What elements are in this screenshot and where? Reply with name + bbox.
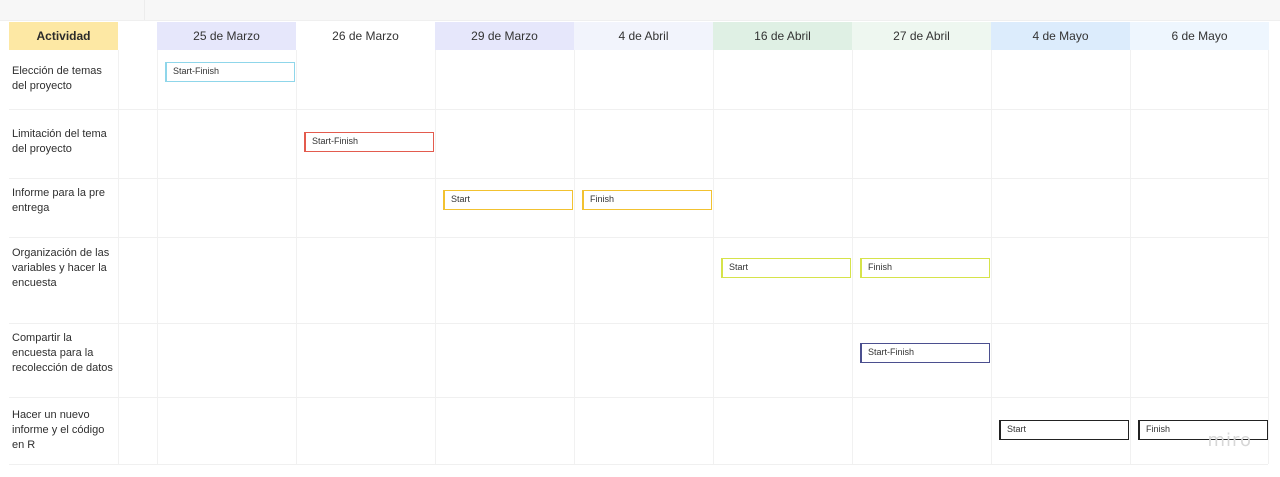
task-sticky[interactable]: Start-Finish [165,62,295,82]
activity-label: Compartir la encuesta para la recolecció… [12,332,113,374]
column-divider [1268,50,1269,464]
activity-label: Limitación del tema del proyecto [12,128,107,155]
date-header-6: 27 de Abril [852,22,991,50]
task-sticky[interactable]: Finish [582,190,712,210]
column-divider [435,50,436,464]
date-header-2: 26 de Marzo [296,22,435,50]
row-divider [9,464,1268,465]
activity-header: Actividad [9,22,118,50]
column-divider [574,50,575,464]
task-sticky[interactable]: Start-Finish [860,343,990,363]
miro-watermark: miro [1207,430,1252,451]
column-divider [296,50,297,464]
activity-label: Organización de las variables y hacer la… [12,247,110,289]
timeline-grid: Actividad 25 de Marzo 26 de Marzo 29 de Ma… [0,0,1280,477]
row-divider [9,397,1268,398]
date-header-5: 16 de Abril [713,22,852,50]
column-divider [1130,50,1131,464]
header-spacer [118,22,157,50]
column-divider [157,50,158,464]
date-header-4: 4 de Abril [574,22,713,50]
row-divider [9,323,1268,324]
column-divider [852,50,853,464]
date-header-8: 6 de Mayo [1130,22,1269,50]
task-sticky[interactable]: Start [999,420,1129,440]
activity-label: Informe para la pre entrega [12,187,105,214]
date-header-1: 25 de Marzo [157,22,296,50]
row-divider [9,178,1268,179]
column-divider [991,50,992,464]
task-sticky[interactable]: Start-Finish [304,132,434,152]
column-divider [118,50,119,464]
date-header-7: 4 de Mayo [991,22,1130,50]
column-divider [713,50,714,464]
activity-label: Hacer un nuevo informe y el código en R [12,409,105,451]
task-sticky[interactable]: Finish [860,258,990,278]
date-header-3: 29 de Marzo [435,22,574,50]
activity-label: Elección de temas del proyecto [12,65,102,92]
row-divider [9,237,1268,238]
task-sticky[interactable]: Start [443,190,573,210]
task-sticky[interactable]: Start [721,258,851,278]
row-divider [9,109,1268,110]
